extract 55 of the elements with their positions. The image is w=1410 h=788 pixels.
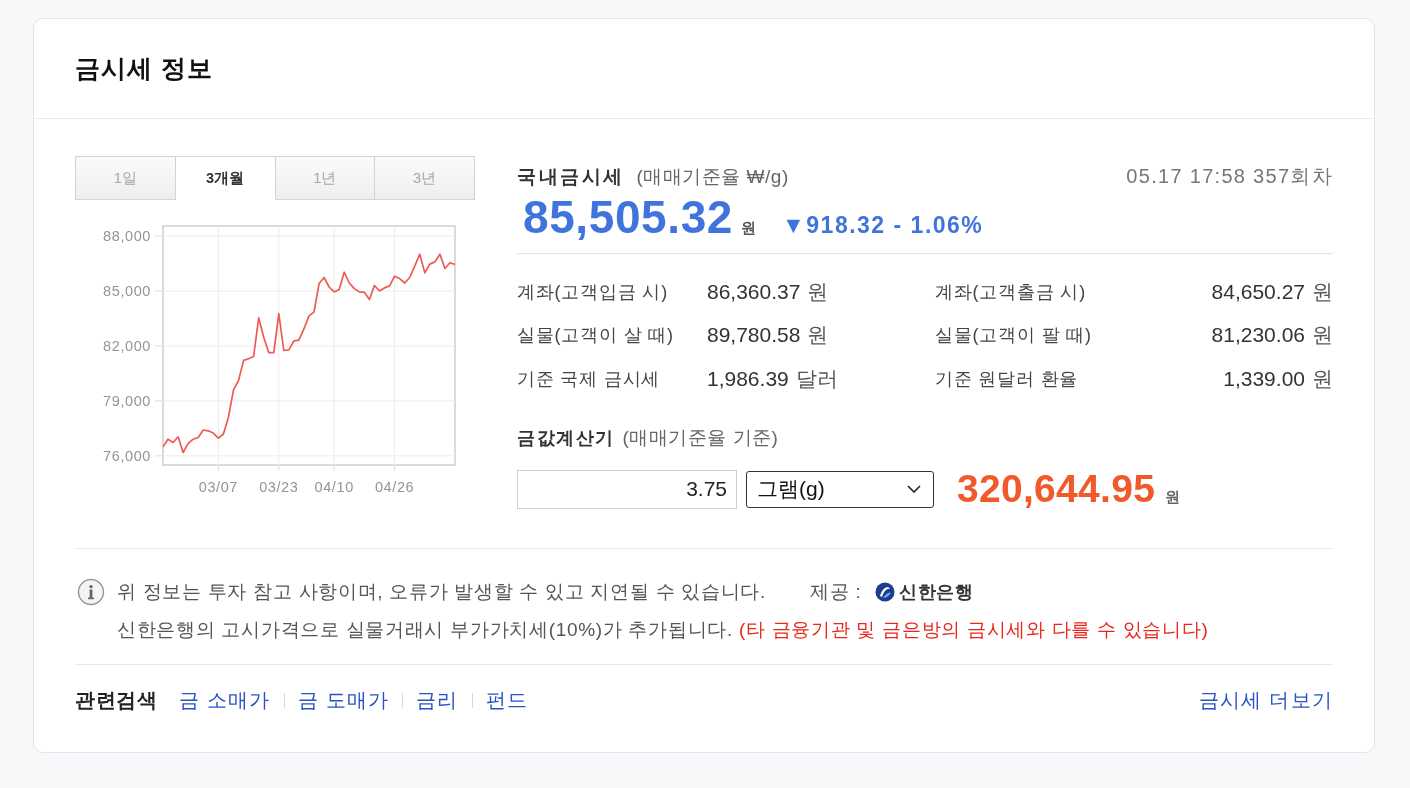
rate-unit: 원 — [1312, 322, 1333, 349]
card-title: 금시세 정보 — [75, 53, 213, 84]
amount-input[interactable]: 3.75 — [517, 469, 737, 509]
axis-label: 04/10 — [314, 479, 354, 495]
axis-label: 88,000 — [103, 228, 151, 245]
rate-unit: 원 — [807, 278, 829, 305]
related-link[interactable]: 금 소매가 — [179, 686, 271, 714]
axis-label: 03/23 — [259, 479, 299, 495]
rate-value: 1,986.39 — [707, 366, 789, 391]
calculator-title: 금값계산기 — [517, 426, 615, 450]
rate-label: 기준 원달러 환율 — [935, 367, 1079, 391]
section-title: 국내금시세 — [517, 165, 625, 189]
info-icon — [77, 578, 105, 606]
rate-unit: 원 — [1312, 365, 1333, 392]
rate-value: 1,339.00 — [1223, 366, 1305, 391]
axis-label: 82,000 — [103, 337, 151, 354]
rate-unit: 원 — [1312, 278, 1333, 305]
price-warning: (타 금융기관 및 금은방의 금시세와 다를 수 있습니다) — [739, 618, 1209, 642]
price-basis: (매매기준율 ₩/g) — [636, 165, 789, 189]
rate-value: 89,780.58 — [707, 323, 801, 348]
rate-unit: 달러 — [795, 365, 838, 392]
period-tab[interactable]: 3개월 — [175, 156, 276, 200]
more-link[interactable]: 금시세 더보기 — [1199, 686, 1333, 714]
axis-label: 76,000 — [103, 447, 151, 464]
related-search-label: 관련검색 — [75, 687, 157, 713]
rate-label: 실물(고객이 살 때) — [517, 324, 674, 348]
chevron-down-icon — [907, 485, 921, 493]
vat-notice: 신한은행의 고시가격으로 실물거래시 부가가치세(10%)가 추가됩니다. — [117, 618, 733, 642]
currency-unit: 원 — [1165, 488, 1181, 507]
calculator-basis: (매매기준율 기준) — [622, 425, 779, 450]
related-link[interactable]: 펀드 — [485, 686, 528, 714]
rate-unit: 원 — [807, 322, 829, 349]
bank-logo-icon — [875, 582, 896, 602]
rate-label: 계좌(고객출금 시) — [935, 280, 1086, 304]
currency-unit: 원 — [741, 218, 757, 238]
rate-value: 84,650.27 — [1211, 279, 1305, 304]
rate-label: 실물(고객이 팔 때) — [935, 324, 1092, 348]
axis-label: 04/26 — [374, 479, 415, 495]
provider-name: 신한은행 — [899, 581, 974, 604]
rate-label: 계좌(고객입금 시) — [517, 280, 668, 304]
update-time: 05.17 17:58 357회차 — [1126, 164, 1333, 189]
price-change: ▼918.32 - 1.06% — [782, 211, 984, 240]
rate-value: 81,230.06 — [1211, 323, 1305, 348]
axis-label: 85,000 — [103, 283, 151, 299]
related-link[interactable]: 금리 — [416, 686, 459, 714]
price-value: 85,505.32 — [523, 194, 734, 240]
notice-text: 위 정보는 투자 참고 사항이며, 오류가 발생할 수 있고 지연될 수 있습니다. — [117, 580, 767, 604]
rate-value: 86,360.37 — [707, 279, 801, 304]
axis-label: 03/07 — [198, 479, 239, 495]
calculated-price: 320,644.95 — [957, 467, 1156, 511]
related-link[interactable]: 금 도매가 — [297, 686, 390, 714]
unit-select[interactable]: 그램(g) — [746, 470, 934, 508]
rate-label: 기준 국제 금시세 — [517, 367, 661, 391]
provider-label: 제공 : — [810, 580, 862, 604]
axis-label: 79,000 — [103, 392, 151, 409]
